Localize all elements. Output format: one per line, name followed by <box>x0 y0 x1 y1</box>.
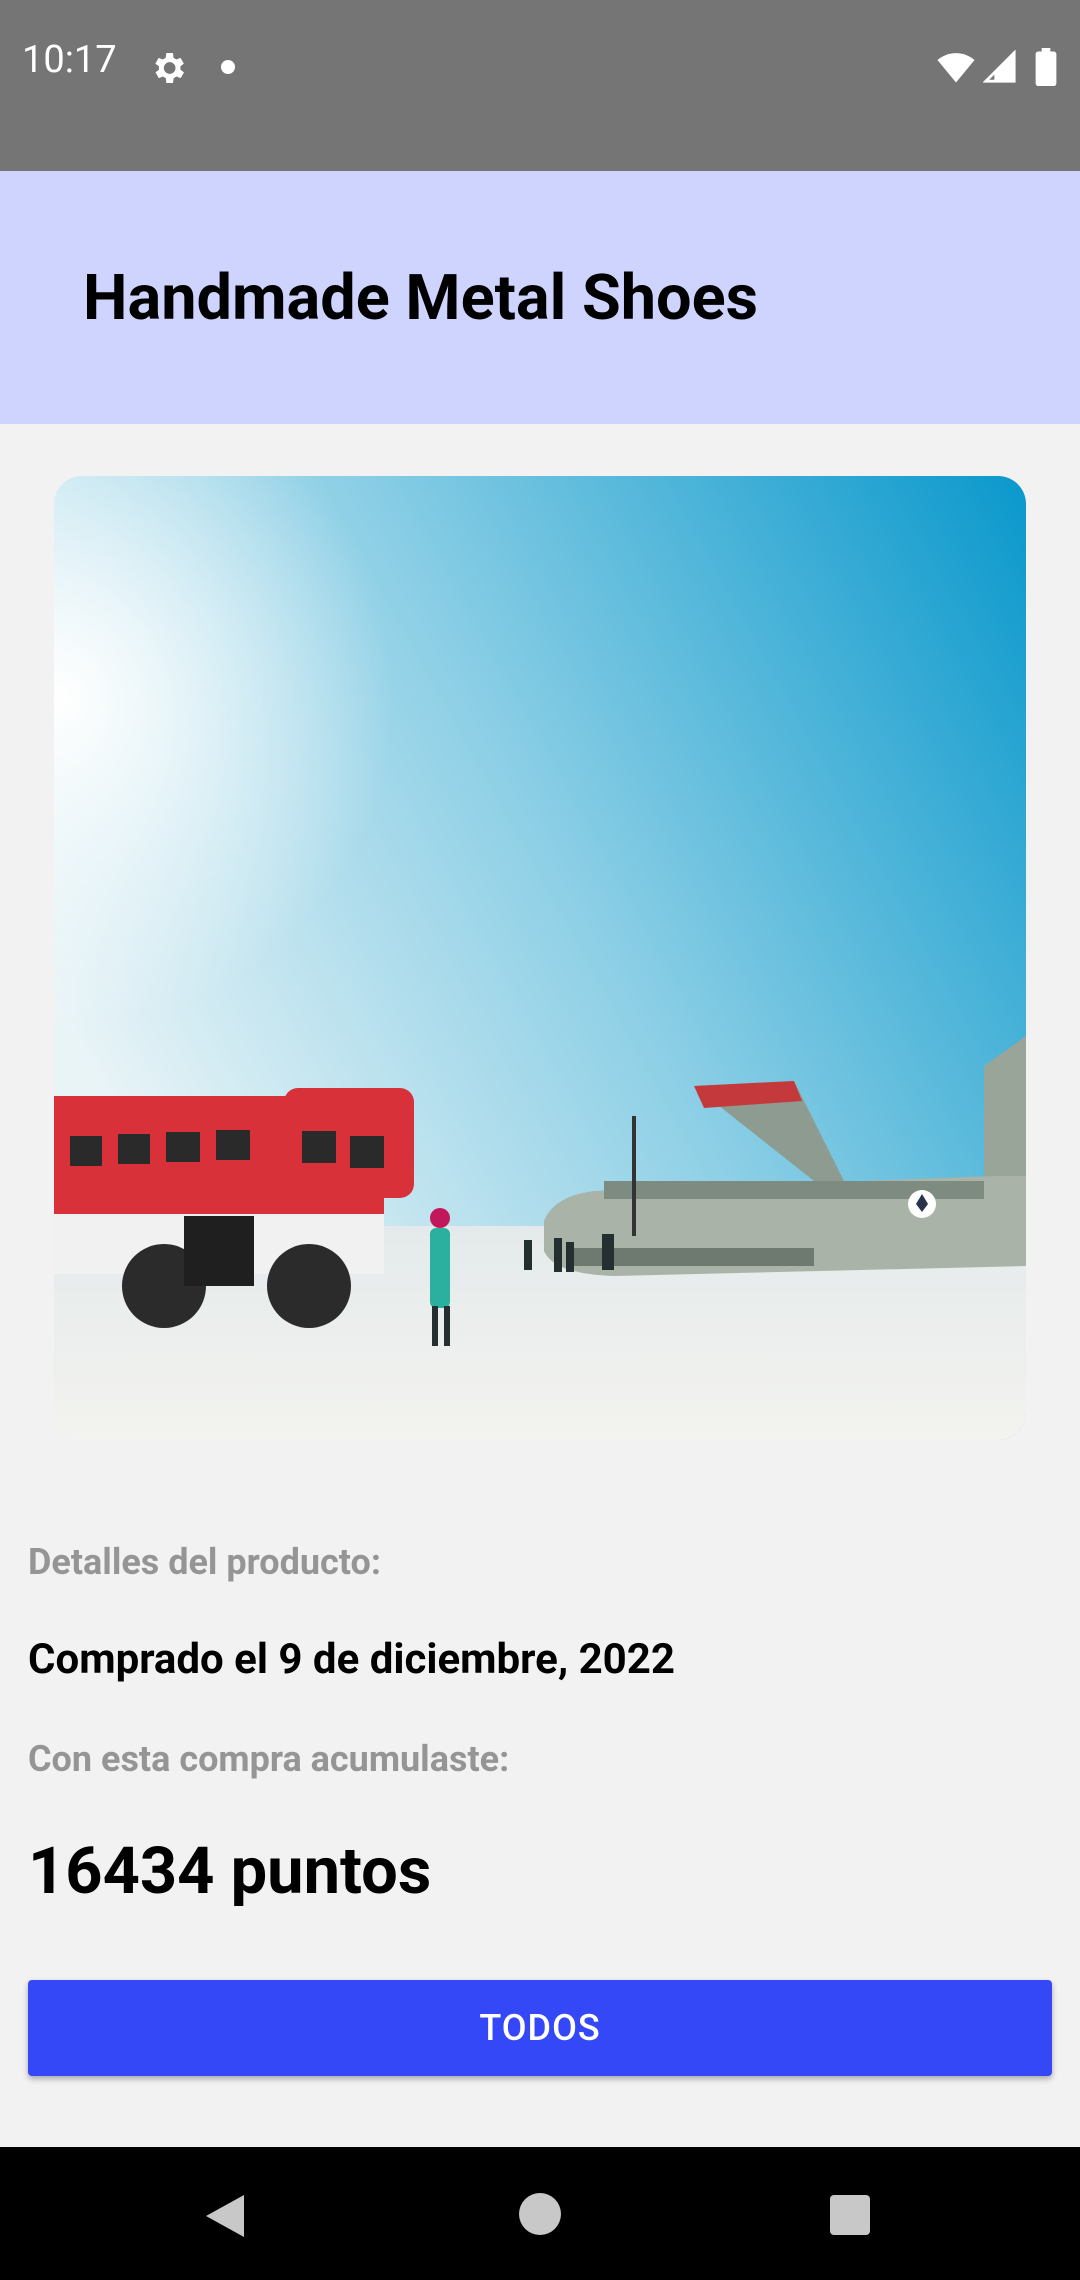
accumulated-label: Con esta compra acumulaste: <box>28 1738 510 1780</box>
battery-icon <box>1035 48 1057 86</box>
home-icon[interactable] <box>519 2193 561 2235</box>
purchase-date: Comprado el 9 de diciembre, 2022 <box>28 1635 675 1684</box>
page-title: Handmade Metal Shoes <box>83 262 758 335</box>
todos-button[interactable]: TODOS <box>28 1980 1052 2076</box>
points-value: 16434 puntos <box>28 1833 432 1909</box>
settings-gear-icon <box>155 53 184 83</box>
navigation-bar <box>0 2147 1080 2280</box>
signal-icon <box>983 50 1016 83</box>
product-image <box>54 476 1026 1440</box>
app-bar: Handmade Metal Shoes <box>0 171 1080 424</box>
notification-dot-icon <box>221 60 235 74</box>
status-time: 10:17 <box>22 38 117 82</box>
product-details-label: Detalles del producto: <box>28 1541 381 1583</box>
back-icon[interactable] <box>204 2193 246 2239</box>
recents-icon[interactable] <box>830 2195 870 2235</box>
product-photo <box>54 476 1026 1440</box>
status-bar: 10:17 <box>0 0 1080 171</box>
wifi-icon <box>937 53 975 83</box>
